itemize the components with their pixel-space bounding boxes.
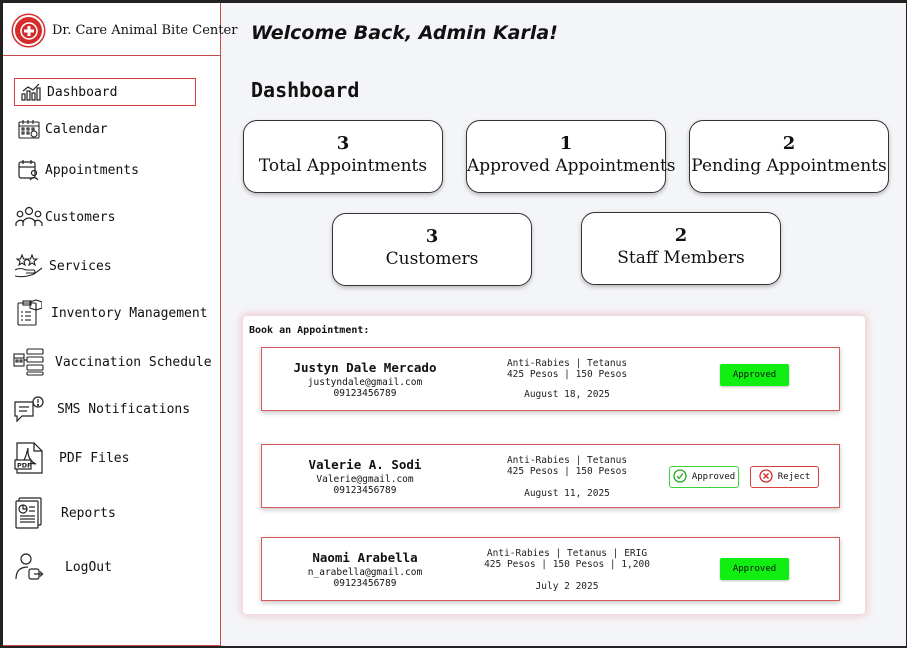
customer-name: Justyn Dale Mercado bbox=[293, 360, 437, 375]
services-prices: 425 Pesos | 150 Pesos | 1,200 bbox=[484, 559, 650, 570]
sidebar-item-label: Services bbox=[49, 258, 112, 274]
customer-phone: 09123456789 bbox=[333, 485, 397, 496]
approve-button-label: Approved bbox=[691, 472, 736, 482]
appointment-date: July 2 2025 bbox=[535, 581, 599, 592]
sidebar-item-label: Calendar bbox=[45, 121, 108, 137]
sidebar-item-calendar[interactable]: Calendar bbox=[13, 115, 108, 143]
approved-status-button[interactable]: Approved bbox=[720, 364, 789, 386]
stat-card-pending-appointments: 2 Pending Appointments bbox=[689, 120, 889, 193]
reject-button[interactable]: Reject bbox=[750, 466, 819, 488]
check-circle-icon bbox=[673, 468, 687, 486]
sidebar-item-inventory-management[interactable]: Inventory Management bbox=[13, 299, 208, 327]
page-title: Dashboard bbox=[251, 78, 360, 102]
calendar-user-icon bbox=[13, 156, 45, 184]
sidebar-item-dashboard[interactable]: Dashboard bbox=[14, 78, 196, 106]
services-list: Anti-Rabies | Tetanus bbox=[506, 358, 628, 369]
sidebar-item-label: SMS Notifications bbox=[57, 401, 191, 417]
brand-header: Dr. Care Animal Bite Center bbox=[3, 3, 237, 56]
stat-card-approved-appointments: 1 Approved Appointments bbox=[466, 120, 676, 193]
sidebar-item-label: Dashboard bbox=[47, 84, 118, 100]
stat-value: 2 bbox=[674, 225, 688, 246]
stat-label: Customers bbox=[385, 249, 479, 269]
logout-icon bbox=[13, 553, 45, 581]
brand-name: Dr. Care Animal Bite Center bbox=[52, 23, 238, 38]
stat-label: Pending Appointments bbox=[691, 156, 887, 176]
stat-value: 1 bbox=[559, 133, 573, 154]
sidebar-item-logout[interactable]: LogOut bbox=[13, 553, 112, 581]
sidebar: Dr. Care Animal Bite Center Dashboard Ca… bbox=[2, 2, 237, 646]
appointment-services: Anti-Rabies | Tetanus | ERIG 425 Pesos |… bbox=[452, 548, 682, 570]
appointment-card: Naomi Arabella n_arabella@gmail.com 0912… bbox=[261, 537, 840, 601]
book-appointment-panel: Book an Appointment: Justyn Dale Mercado… bbox=[243, 316, 865, 614]
stat-value: 3 bbox=[425, 226, 439, 247]
appointment-services: Anti-Rabies | Tetanus 425 Pesos | 150 Pe… bbox=[452, 358, 682, 380]
customer-name: Naomi Arabella bbox=[312, 550, 418, 565]
clipboard-box-icon bbox=[13, 299, 45, 327]
svg-text:PDF: PDF bbox=[17, 462, 32, 470]
customer-phone: 09123456789 bbox=[333, 578, 397, 589]
sidebar-item-sms-notifications[interactable]: SMS Notifications bbox=[13, 395, 190, 423]
sidebar-item-label: LogOut bbox=[65, 559, 112, 575]
x-circle-icon bbox=[759, 468, 773, 486]
report-icon bbox=[13, 497, 45, 529]
stat-label: Staff Members bbox=[617, 248, 745, 268]
appointment-date: August 18, 2025 bbox=[524, 389, 610, 400]
sidebar-item-reports[interactable]: Reports bbox=[13, 497, 116, 529]
customer-phone: 09123456789 bbox=[333, 388, 397, 399]
welcome-heading: Welcome Back, Admin Karla! bbox=[251, 22, 558, 44]
sidebar-item-vaccination-schedule[interactable]: Vaccination Schedule bbox=[13, 348, 212, 376]
sidebar-item-label: PDF Files bbox=[59, 450, 130, 466]
stat-card-total-appointments: 3 Total Appointments bbox=[243, 120, 443, 193]
appointment-card: Justyn Dale Mercado justyndale@gmail.com… bbox=[261, 347, 840, 411]
reject-button-label: Reject bbox=[777, 472, 811, 482]
sidebar-item-label: Inventory Management bbox=[51, 305, 208, 321]
stat-value: 3 bbox=[336, 133, 350, 154]
stat-label: Total Appointments bbox=[258, 156, 428, 176]
stat-card-staff-members: 2 Staff Members bbox=[581, 212, 781, 285]
hand-stars-icon bbox=[13, 252, 45, 280]
approved-status-button[interactable]: Approved bbox=[720, 558, 789, 580]
appointment-services: Anti-Rabies | Tetanus 425 Pesos | 150 Pe… bbox=[452, 455, 682, 477]
services-list: Anti-Rabies | Tetanus bbox=[506, 455, 628, 466]
main-content: Welcome Back, Admin Karla! Dashboard 3 T… bbox=[222, 2, 905, 646]
services-list: Anti-Rabies | Tetanus | ERIG bbox=[486, 548, 648, 559]
users-icon bbox=[13, 203, 45, 231]
customer-email: justyndale@gmail.com bbox=[307, 377, 423, 388]
sidebar-item-label: Appointments bbox=[45, 162, 139, 178]
appointment-date: August 11, 2025 bbox=[524, 488, 610, 499]
sidebar-item-services[interactable]: Services bbox=[13, 252, 112, 280]
approve-button[interactable]: Approved bbox=[669, 466, 739, 488]
customer-email: n_arabella@gmail.com bbox=[307, 567, 423, 578]
sidebar-item-label: Vaccination Schedule bbox=[55, 354, 212, 370]
calendar-icon bbox=[13, 115, 45, 143]
clinic-logo bbox=[13, 15, 44, 46]
pdf-file-icon: PDF bbox=[13, 442, 45, 474]
book-appointment-title: Book an Appointment: bbox=[249, 325, 370, 336]
message-alert-icon bbox=[13, 395, 45, 423]
sidebar-item-label: Customers bbox=[45, 209, 116, 225]
chart-icon bbox=[15, 78, 47, 106]
customer-name: Valerie A. Sodi bbox=[308, 457, 422, 472]
appointment-card: Valerie A. Sodi Valerie@gmail.com 091234… bbox=[261, 444, 840, 508]
services-prices: 425 Pesos | 150 Pesos bbox=[506, 466, 628, 477]
sidebar-item-pdf-files[interactable]: PDF PDF Files bbox=[13, 442, 130, 474]
stat-label: Approved Appointments bbox=[467, 156, 676, 176]
services-prices: 425 Pesos | 150 Pesos bbox=[506, 369, 628, 380]
schedule-list-icon bbox=[13, 348, 45, 376]
stat-card-customers: 3 Customers bbox=[332, 213, 532, 286]
sidebar-item-appointments[interactable]: Appointments bbox=[13, 156, 139, 184]
customer-email: Valerie@gmail.com bbox=[316, 474, 414, 485]
sidebar-item-label: Reports bbox=[61, 505, 116, 521]
stat-value: 2 bbox=[782, 133, 796, 154]
sidebar-item-customers[interactable]: Customers bbox=[13, 203, 115, 231]
